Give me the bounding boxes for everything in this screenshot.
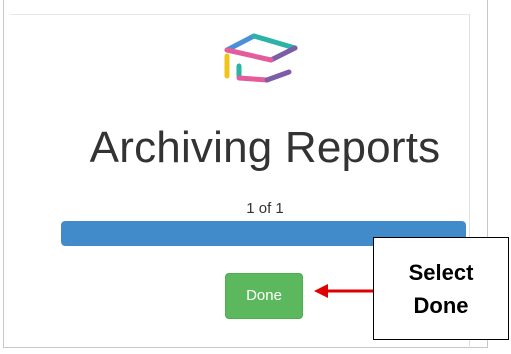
graduation-cap-logo-icon <box>219 26 309 88</box>
progress-counter: 1 of 1 <box>246 200 284 217</box>
top-divider <box>10 14 469 15</box>
callout-line-1: Select <box>408 259 474 285</box>
page-title: Archiving Reports <box>89 123 441 172</box>
done-button[interactable]: Done <box>225 273 303 319</box>
callout-line-2: Done <box>413 292 469 318</box>
annotation-callout: Select Done <box>373 237 509 340</box>
annotation-arrow-icon <box>313 282 379 300</box>
